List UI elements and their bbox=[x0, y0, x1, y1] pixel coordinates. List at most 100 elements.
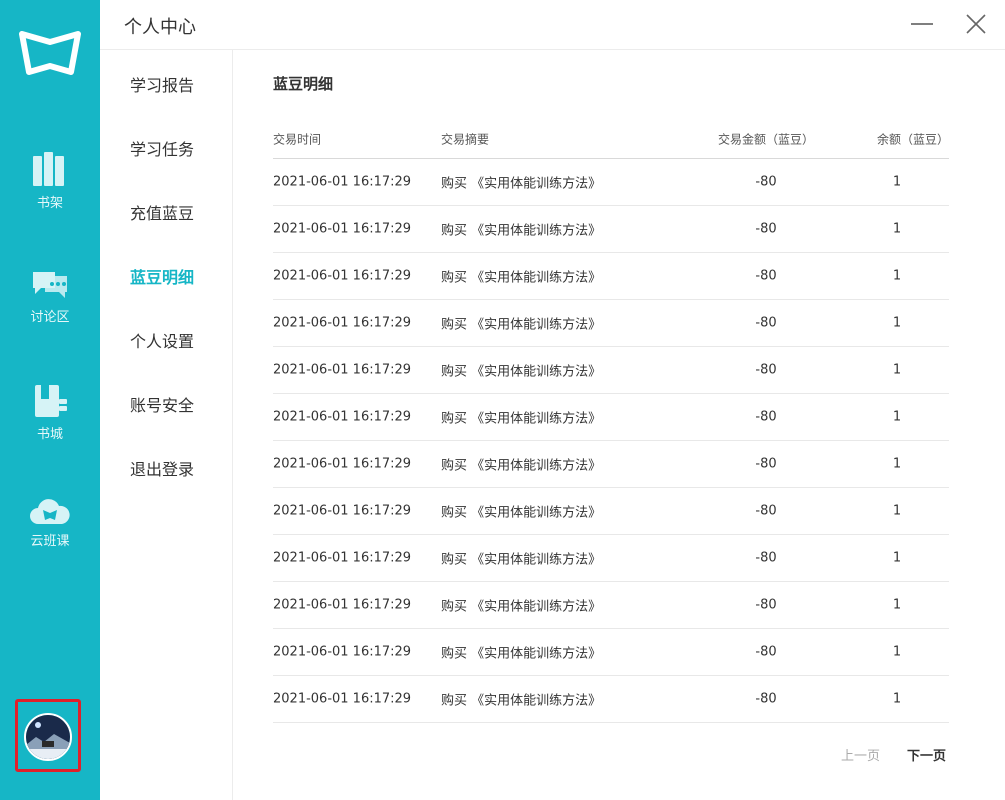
row-time: 2021-06-01 16:17:29 bbox=[273, 362, 412, 378]
row-summary: 购买 《实用体能训练方法》 bbox=[441, 552, 602, 568]
nav-item-study-tasks[interactable]: 学习任务 bbox=[130, 136, 194, 160]
nav-item-recharge[interactable]: 充值蓝豆 bbox=[130, 200, 194, 224]
row-summary: 购买 《实用体能训练方法》 bbox=[441, 270, 602, 286]
row-time: 2021-06-01 16:17:29 bbox=[273, 550, 412, 566]
chat-icon bbox=[33, 272, 67, 298]
section-title: 蓝豆明细 bbox=[273, 75, 334, 93]
rail-item-label: 云班课 bbox=[30, 534, 70, 549]
app-logo-icon bbox=[19, 31, 81, 75]
settings-nav: 学习报告 学习任务 充值蓝豆 蓝豆明细 个人设置 账号安全 退出登录 bbox=[100, 50, 233, 800]
book-store-icon bbox=[35, 385, 67, 417]
row-balance: 1 bbox=[892, 597, 902, 613]
row-balance: 1 bbox=[892, 691, 902, 707]
table-row: 2021-06-01 16:17:29 购买 《实用体能训练方法》 -80 1 bbox=[273, 629, 949, 676]
row-amount: -80 bbox=[755, 456, 777, 472]
minimize-icon[interactable] bbox=[910, 12, 934, 36]
row-time: 2021-06-01 16:17:29 bbox=[273, 409, 412, 425]
row-summary: 购买 《实用体能训练方法》 bbox=[441, 505, 602, 521]
row-time: 2021-06-01 16:17:29 bbox=[273, 315, 412, 331]
table-row: 2021-06-01 16:17:29 购买 《实用体能训练方法》 -80 1 bbox=[273, 394, 949, 441]
row-summary: 购买 《实用体能训练方法》 bbox=[441, 693, 602, 709]
table-row: 2021-06-01 16:17:29 购买 《实用体能训练方法》 -80 1 bbox=[273, 582, 949, 629]
row-amount: -80 bbox=[755, 362, 777, 378]
row-time: 2021-06-01 16:17:29 bbox=[273, 503, 412, 519]
avatar-highlight bbox=[15, 699, 81, 772]
row-amount: -80 bbox=[755, 315, 777, 331]
row-balance: 1 bbox=[892, 174, 902, 190]
row-amount: -80 bbox=[755, 691, 777, 707]
nav-item-personal-settings[interactable]: 个人设置 bbox=[130, 328, 194, 352]
row-time: 2021-06-01 16:17:29 bbox=[273, 597, 412, 613]
page-title: 个人中心 bbox=[124, 17, 196, 38]
rail-item-cloud-class[interactable]: 云班课 bbox=[0, 498, 100, 549]
avatar-image bbox=[26, 715, 70, 759]
row-summary: 购买 《实用体能训练方法》 bbox=[441, 599, 602, 615]
rail-item-discussion[interactable]: 讨论区 bbox=[0, 268, 100, 325]
table-row: 2021-06-01 16:17:29 购买 《实用体能训练方法》 -80 1 bbox=[273, 159, 949, 206]
row-amount: -80 bbox=[755, 174, 777, 190]
table-row: 2021-06-01 16:17:29 购买 《实用体能训练方法》 -80 1 bbox=[273, 253, 949, 300]
row-summary: 购买 《实用体能训练方法》 bbox=[441, 364, 602, 380]
row-balance: 1 bbox=[892, 362, 902, 378]
bookshelf-icon bbox=[33, 152, 64, 186]
row-balance: 1 bbox=[892, 315, 902, 331]
row-amount: -80 bbox=[755, 268, 777, 284]
rail-item-label: 书城 bbox=[36, 427, 63, 442]
window-header: 个人中心 bbox=[100, 0, 1005, 50]
transactions-table: 交易时间 交易摘要 交易金额（蓝豆） 余额（蓝豆） 2021-06-01 16:… bbox=[273, 120, 949, 723]
row-amount: -80 bbox=[755, 221, 777, 237]
column-header-summary: 交易摘要 bbox=[441, 132, 490, 147]
table-row: 2021-06-01 16:17:29 购买 《实用体能训练方法》 -80 1 bbox=[273, 488, 949, 535]
row-balance: 1 bbox=[892, 409, 902, 425]
row-balance: 1 bbox=[892, 503, 902, 519]
app-sidebar: 书架 讨论区 书城 云班课 bbox=[0, 0, 100, 800]
column-header-amount: 交易金额（蓝豆） bbox=[717, 132, 814, 147]
row-time: 2021-06-01 16:17:29 bbox=[273, 268, 412, 284]
avatar[interactable] bbox=[24, 713, 72, 761]
table-body: 2021-06-01 16:17:29 购买 《实用体能训练方法》 -80 1 2021… bbox=[273, 159, 949, 723]
next-page-button[interactable]: 下一页 bbox=[907, 745, 946, 764]
rail-item-bookstore[interactable]: 书城 bbox=[0, 383, 100, 442]
table-row: 2021-06-01 16:17:29 购买 《实用体能训练方法》 -80 1 bbox=[273, 535, 949, 582]
column-header-balance: 余额（蓝豆） bbox=[876, 132, 949, 147]
rail-item-label: 书架 bbox=[36, 196, 63, 211]
table-row: 2021-06-01 16:17:29 购买 《实用体能训练方法》 -80 1 bbox=[273, 676, 949, 723]
table-row: 2021-06-01 16:17:29 购买 《实用体能训练方法》 -80 1 bbox=[273, 300, 949, 347]
row-time: 2021-06-01 16:17:29 bbox=[273, 644, 412, 660]
main-content: 蓝豆明细 交易时间 交易摘要 交易金额（蓝豆） 余额（蓝豆） 2021-06-0… bbox=[233, 50, 1005, 800]
row-time: 2021-06-01 16:17:29 bbox=[273, 691, 412, 707]
row-amount: -80 bbox=[755, 409, 777, 425]
row-time: 2021-06-01 16:17:29 bbox=[273, 456, 412, 472]
table-row: 2021-06-01 16:17:29 购买 《实用体能训练方法》 -80 1 bbox=[273, 347, 949, 394]
close-icon[interactable] bbox=[964, 12, 988, 36]
prev-page-button[interactable]: 上一页 bbox=[841, 745, 880, 764]
row-amount: -80 bbox=[755, 503, 777, 519]
table-row: 2021-06-01 16:17:29 购买 《实用体能训练方法》 -80 1 bbox=[273, 441, 949, 488]
row-balance: 1 bbox=[892, 221, 902, 237]
row-balance: 1 bbox=[892, 550, 902, 566]
rail-item-bookshelf[interactable]: 书架 bbox=[0, 150, 100, 211]
table-row: 2021-06-01 16:17:29 购买 《实用体能训练方法》 -80 1 bbox=[273, 206, 949, 253]
row-balance: 1 bbox=[892, 268, 902, 284]
rail-item-label: 讨论区 bbox=[30, 310, 70, 325]
row-summary: 购买 《实用体能训练方法》 bbox=[441, 411, 602, 427]
row-summary: 购买 《实用体能训练方法》 bbox=[441, 223, 602, 239]
nav-item-account-security[interactable]: 账号安全 bbox=[130, 392, 194, 416]
row-balance: 1 bbox=[892, 456, 902, 472]
cloud-class-icon bbox=[30, 499, 70, 524]
row-amount: -80 bbox=[755, 597, 777, 613]
row-balance: 1 bbox=[892, 644, 902, 660]
nav-item-logout[interactable]: 退出登录 bbox=[130, 456, 194, 480]
row-amount: -80 bbox=[755, 550, 777, 566]
row-time: 2021-06-01 16:17:29 bbox=[273, 174, 412, 190]
table-header: 交易时间 交易摘要 交易金额（蓝豆） 余额（蓝豆） bbox=[273, 120, 949, 159]
row-summary: 购买 《实用体能训练方法》 bbox=[441, 458, 602, 474]
nav-item-bean-details[interactable]: 蓝豆明细 bbox=[130, 264, 194, 288]
row-time: 2021-06-01 16:17:29 bbox=[273, 221, 412, 237]
nav-item-study-report[interactable]: 学习报告 bbox=[130, 72, 194, 96]
row-amount: -80 bbox=[755, 644, 777, 660]
row-summary: 购买 《实用体能训练方法》 bbox=[441, 646, 602, 662]
row-summary: 购买 《实用体能训练方法》 bbox=[441, 176, 602, 192]
column-header-time: 交易时间 bbox=[273, 132, 322, 147]
row-summary: 购买 《实用体能训练方法》 bbox=[441, 317, 602, 333]
